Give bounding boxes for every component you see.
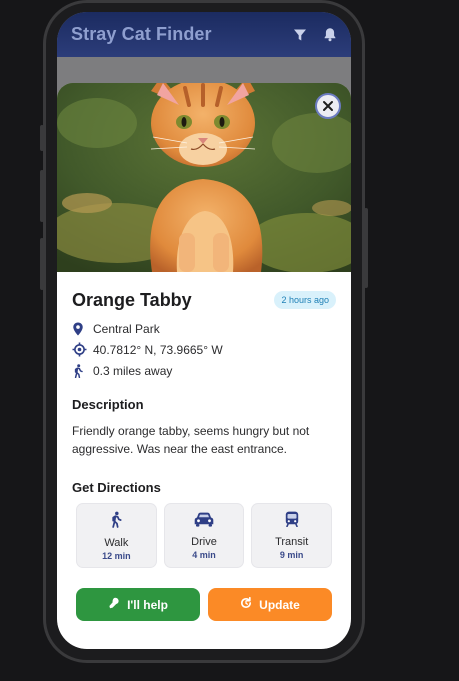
cat-photo: [57, 83, 351, 272]
crosshair-icon: [72, 342, 93, 357]
directions-heading: Get Directions: [72, 480, 161, 495]
walk-time: 12 min: [102, 550, 131, 561]
update-label: Update: [259, 597, 300, 612]
close-icon: [323, 101, 333, 111]
cat-illustration: [57, 83, 351, 272]
walk-icon: [109, 511, 123, 533]
location-text: Central Park: [93, 321, 160, 336]
filter-icon[interactable]: [293, 28, 307, 42]
walk-directions-button[interactable]: Walk 12 min: [76, 503, 157, 568]
phone-side-button: [40, 238, 44, 290]
cat-name: Orange Tabby: [72, 289, 192, 310]
car-icon: [194, 512, 214, 532]
transit-label: Transit: [275, 536, 309, 548]
coordinates-row: 40.7812° N, 73.9665° W: [72, 339, 336, 360]
app-bar: Stray Cat Finder: [57, 12, 351, 57]
phone-side-button: [40, 125, 44, 151]
distance-text: 0.3 miles away: [93, 363, 173, 378]
drive-time: 4 min: [192, 549, 216, 560]
phone-screen: Stray Cat Finder Orange Tabby 2 hours ag…: [57, 12, 351, 649]
ill-help-label: I'll help: [127, 597, 168, 612]
distance-row: 0.3 miles away: [72, 360, 336, 381]
update-button[interactable]: Update: [208, 588, 332, 621]
close-button[interactable]: [315, 93, 341, 119]
drive-directions-button[interactable]: Drive 4 min: [163, 503, 245, 568]
description-text: Friendly orange tabby, seems hungry but …: [72, 424, 310, 456]
drive-label: Drive: [191, 535, 217, 548]
hand-icon: [108, 597, 120, 612]
cat-detail-modal: Orange Tabby 2 hours ago Central Park 40…: [57, 83, 351, 649]
bus-icon: [285, 511, 299, 532]
walk-label: Walk: [104, 536, 129, 549]
transit-directions-button[interactable]: Transit 9 min: [251, 503, 333, 568]
description-heading: Description: [72, 397, 144, 412]
time-ago-badge: 2 hours ago: [274, 291, 336, 309]
map-pin-icon: [72, 322, 93, 336]
bell-icon[interactable]: [323, 27, 337, 42]
phone-power-button: [364, 208, 368, 288]
location-row: Central Park: [72, 318, 336, 339]
coordinates-text: 40.7812° N, 73.9665° W: [93, 342, 223, 357]
refresh-icon: [240, 596, 252, 612]
phone-side-button: [40, 170, 44, 222]
transit-time: 9 min: [279, 550, 304, 560]
ill-help-button[interactable]: I'll help: [76, 588, 200, 621]
walk-icon: [72, 363, 93, 378]
app-title: Stray Cat Finder: [71, 24, 212, 44]
